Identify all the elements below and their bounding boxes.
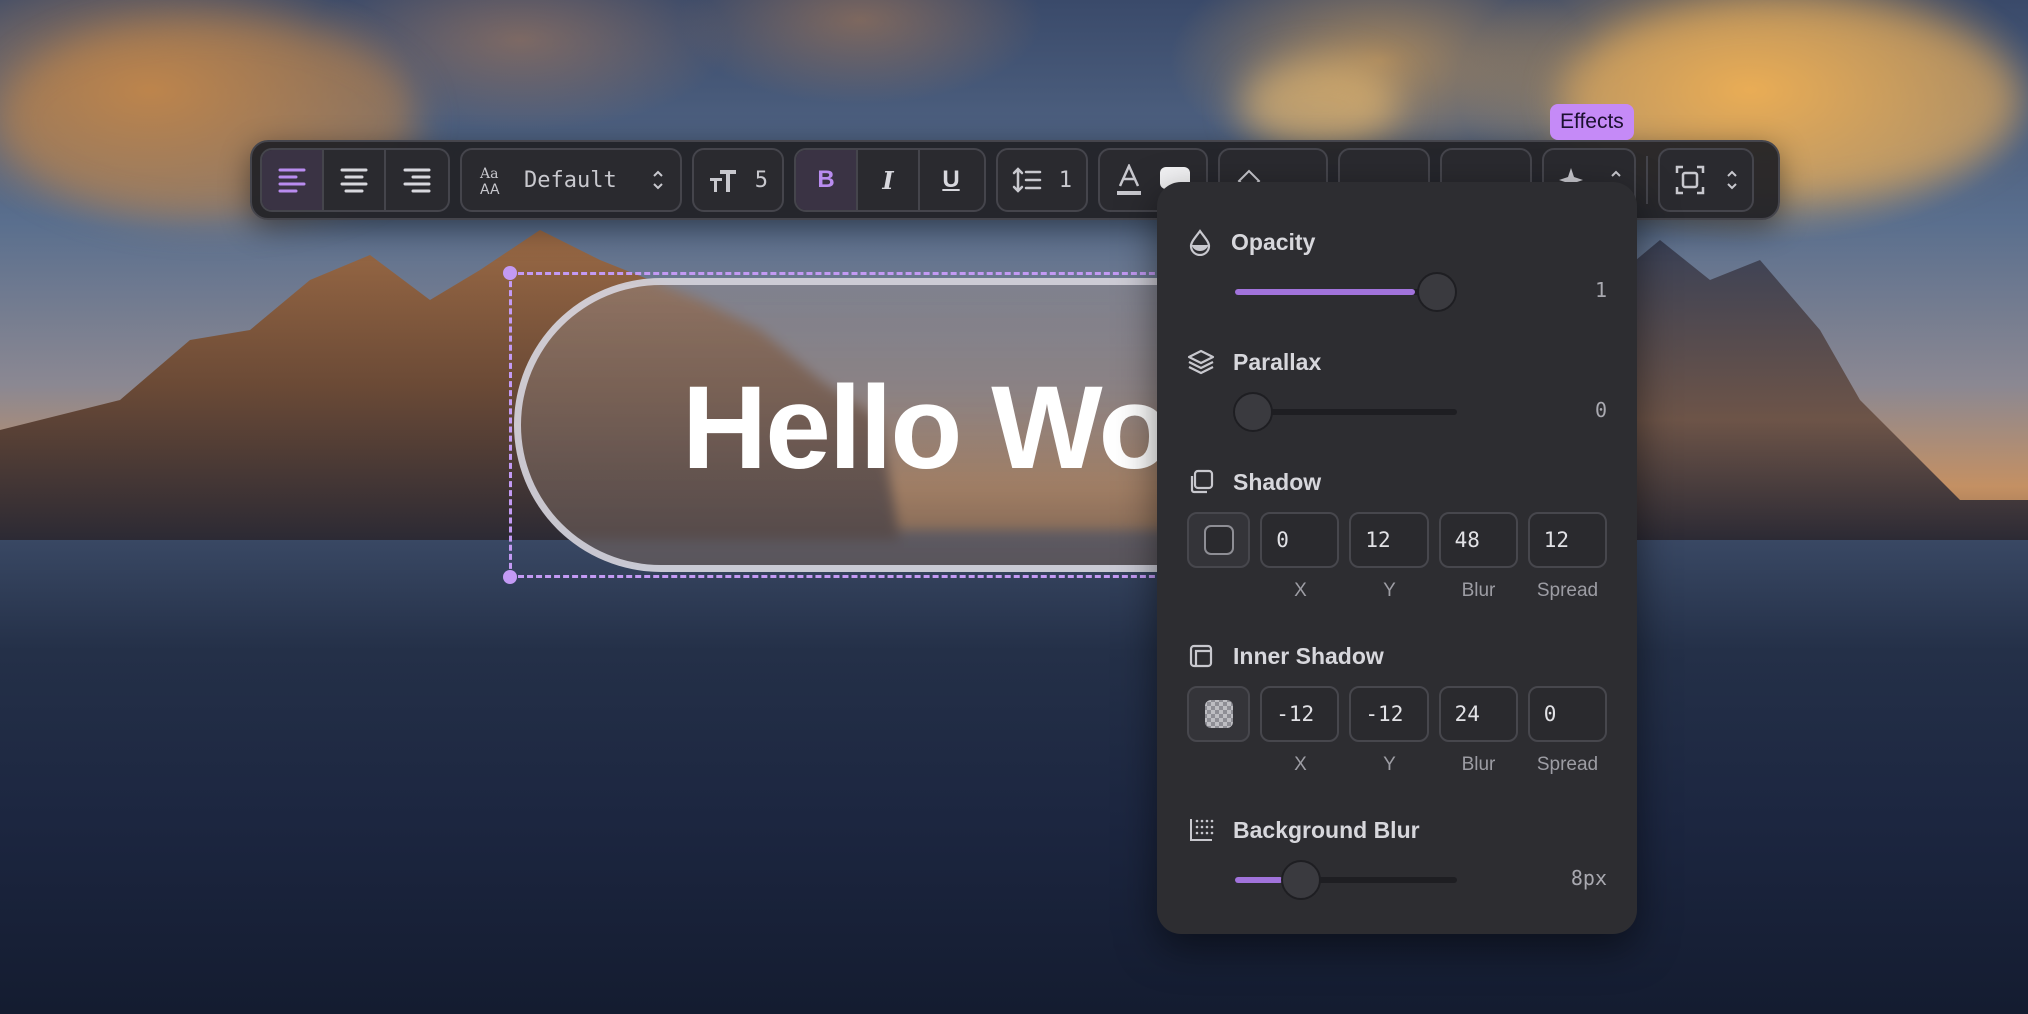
font-family-select[interactable]: Aa AA Default bbox=[460, 148, 682, 212]
font-family-stepper-icon bbox=[652, 169, 664, 191]
underline-button[interactable]: U bbox=[920, 150, 982, 210]
color-square-icon bbox=[1203, 525, 1234, 555]
fit-stepper-icon bbox=[1726, 169, 1738, 191]
inner-shadow-icon bbox=[1189, 644, 1213, 668]
font-size-icon bbox=[710, 170, 736, 192]
shadow-spread-label: Spread bbox=[1536, 580, 1599, 601]
fit-size-button[interactable] bbox=[1658, 148, 1754, 212]
align-center-button[interactable] bbox=[324, 150, 386, 210]
svg-text:AA: AA bbox=[480, 182, 500, 196]
inner-shadow-title: Inner Shadow bbox=[1233, 642, 1384, 669]
shadow-icon bbox=[1190, 469, 1214, 494]
blur-grid-icon bbox=[1190, 819, 1214, 841]
line-height-icon bbox=[1012, 167, 1042, 193]
fit-frame-icon bbox=[1675, 165, 1705, 195]
effects-panel: Opacity 1 Parallax 0 Shadow 0 12 48 12 X… bbox=[1157, 182, 1637, 934]
resize-handle-bottom-left[interactable] bbox=[503, 570, 517, 584]
inner-shadow-section: Inner Shadow -12 -12 24 0 X Y Blur Sprea… bbox=[1187, 642, 1607, 776]
svg-text:Aa: Aa bbox=[479, 166, 498, 182]
parallax-title: Parallax bbox=[1233, 348, 1322, 375]
shadow-title: Shadow bbox=[1233, 468, 1322, 495]
parallax-section: Parallax 0 bbox=[1187, 348, 1607, 434]
align-left-button[interactable] bbox=[262, 150, 324, 210]
italic-button[interactable]: I bbox=[858, 150, 920, 210]
shadow-blur-input[interactable]: 48 bbox=[1438, 512, 1518, 568]
opacity-drop-icon bbox=[1189, 229, 1211, 256]
layers-icon bbox=[1187, 349, 1215, 375]
resize-handle-top-left[interactable] bbox=[503, 266, 517, 280]
bold-button[interactable]: B bbox=[796, 150, 858, 210]
inner-shadow-color-swatch[interactable] bbox=[1187, 686, 1251, 742]
line-height-field[interactable]: 1 bbox=[996, 148, 1088, 212]
background-blur-value: 8px bbox=[1570, 866, 1607, 890]
inner-shadow-blur-label: Blur bbox=[1461, 754, 1496, 775]
parallax-slider-thumb[interactable] bbox=[1233, 392, 1273, 432]
shadow-y-input[interactable]: 12 bbox=[1349, 512, 1429, 568]
text-color-icon[interactable] bbox=[1114, 164, 1144, 196]
align-right-button[interactable] bbox=[386, 150, 448, 210]
background-blur-slider[interactable]: 8px bbox=[1187, 858, 1607, 902]
opacity-title: Opacity bbox=[1231, 228, 1316, 255]
align-center-icon bbox=[340, 168, 368, 193]
inner-shadow-blur-input[interactable]: 24 bbox=[1438, 686, 1518, 742]
shadow-x-input[interactable]: 0 bbox=[1260, 512, 1340, 568]
background-blur-slider-thumb[interactable] bbox=[1281, 860, 1321, 900]
opacity-value: 1 bbox=[1594, 278, 1607, 302]
align-left-icon bbox=[278, 168, 306, 193]
font-family-icon: Aa AA bbox=[479, 166, 500, 196]
selection-box bbox=[503, 266, 1209, 584]
transparent-checker-icon bbox=[1204, 700, 1233, 728]
inner-shadow-spread-label: Spread bbox=[1536, 754, 1599, 775]
background-blur-title: Background Blur bbox=[1233, 816, 1420, 843]
shadow-blur-label: Blur bbox=[1461, 580, 1496, 601]
inner-shadow-x-input[interactable]: -12 bbox=[1260, 686, 1340, 742]
font-size-field[interactable]: 5 bbox=[692, 148, 784, 212]
background-blur-section: Background Blur 8px bbox=[1187, 816, 1607, 902]
inner-shadow-y-label: Y bbox=[1383, 754, 1396, 775]
alignment-group bbox=[260, 148, 450, 212]
parallax-slider[interactable]: 0 bbox=[1187, 390, 1607, 434]
inner-shadow-x-label: X bbox=[1294, 754, 1307, 775]
opacity-slider-thumb[interactable] bbox=[1417, 272, 1457, 312]
toolbar-divider bbox=[1646, 156, 1648, 204]
text-style-group: B I U bbox=[794, 148, 986, 212]
font-family-value: Default bbox=[524, 167, 617, 193]
align-right-icon bbox=[403, 168, 431, 193]
inner-shadow-y-input[interactable]: -12 bbox=[1349, 686, 1429, 742]
shadow-section: Shadow 0 12 48 12 X Y Blur Spread bbox=[1187, 468, 1607, 602]
effects-tooltip: Effects bbox=[1550, 104, 1634, 140]
shadow-spread-input[interactable]: 12 bbox=[1527, 512, 1607, 568]
font-size-value: 5 bbox=[754, 167, 768, 193]
inner-shadow-spread-input[interactable]: 0 bbox=[1527, 686, 1607, 742]
shadow-y-label: Y bbox=[1383, 580, 1396, 601]
line-height-value: 1 bbox=[1058, 167, 1072, 193]
opacity-section: Opacity 1 bbox=[1187, 228, 1607, 314]
shadow-x-label: X bbox=[1294, 580, 1307, 601]
opacity-slider[interactable]: 1 bbox=[1187, 270, 1607, 314]
shadow-color-swatch[interactable] bbox=[1187, 512, 1251, 568]
parallax-value: 0 bbox=[1594, 398, 1607, 422]
